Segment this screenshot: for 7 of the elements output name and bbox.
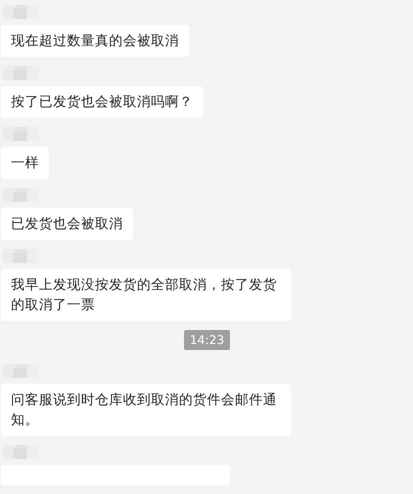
message-bubble: 一样 bbox=[1, 147, 49, 179]
message-bubble: 已发货也会被取消 bbox=[1, 208, 133, 240]
message-bubble: 现在超过数量真的会被取消 bbox=[1, 25, 189, 57]
timestamp: 14:23 bbox=[184, 330, 230, 350]
message-bubble: 按了已发货也会被取消吗啊？ bbox=[1, 86, 203, 118]
message-bubble: 我早上发现没按发货的全部取消，按了发货的取消了一票 bbox=[1, 269, 291, 321]
message-bubble: 问客服说到时仓库收到取消的货件会邮件通知。 bbox=[1, 384, 291, 436]
